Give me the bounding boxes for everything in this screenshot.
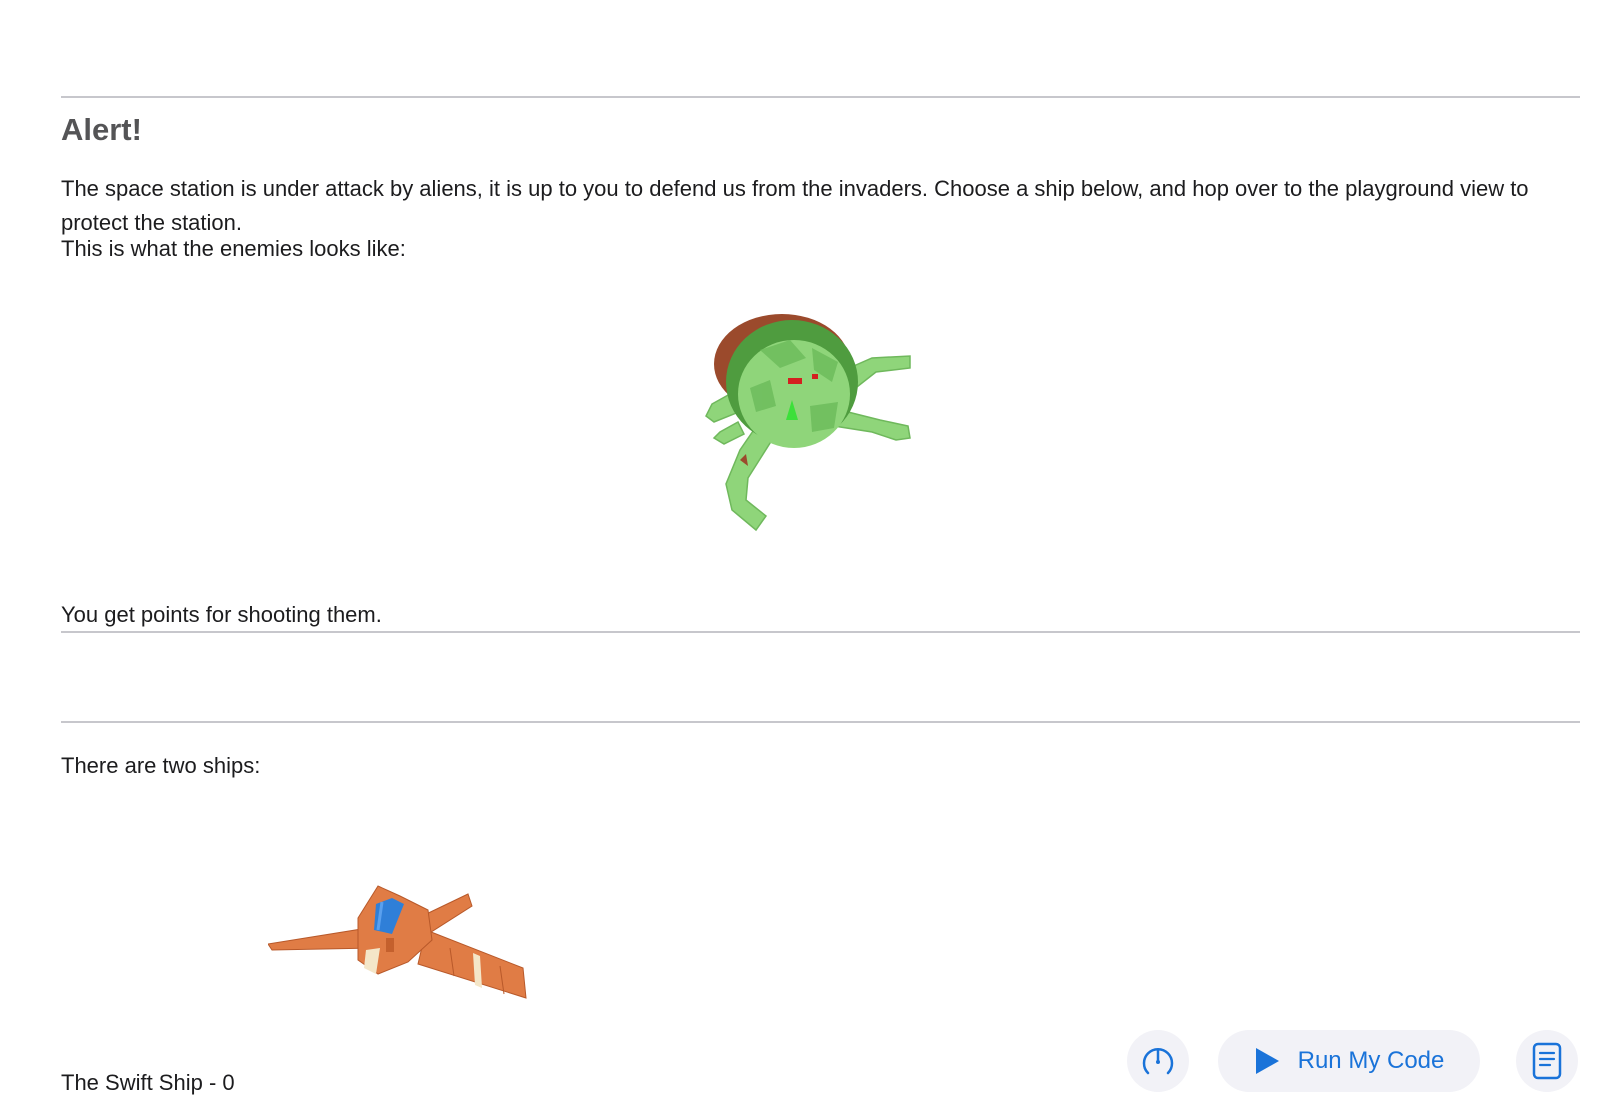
points-text: You get points for shooting them. [61, 602, 382, 627]
play-icon [1255, 1048, 1279, 1074]
swift-ship-image[interactable] [268, 878, 544, 1020]
top-divider [61, 96, 1580, 98]
ships-label: There are two ships: [61, 753, 261, 778]
section-divider-1 [61, 631, 1580, 633]
speed-button[interactable] [1127, 1030, 1189, 1092]
run-my-code-button[interactable]: Run My Code [1218, 1030, 1480, 1092]
run-button-label: Run My Code [1297, 1047, 1445, 1074]
section-divider-2 [61, 721, 1580, 723]
intro-paragraph: The space station is under attack by ali… [61, 176, 1529, 235]
document-icon [1532, 1042, 1562, 1080]
page-title: Alert! [61, 112, 142, 147]
speedometer-icon [1142, 1047, 1174, 1075]
document-button[interactable] [1516, 1030, 1578, 1092]
alien-enemy-image [705, 314, 911, 532]
enemies-label: This is what the enemies looks like: [61, 236, 406, 261]
ship-name-label: The Swift Ship - 0 [61, 1070, 235, 1095]
playground-page: Alert! The space station is under attack… [0, 0, 1600, 1115]
